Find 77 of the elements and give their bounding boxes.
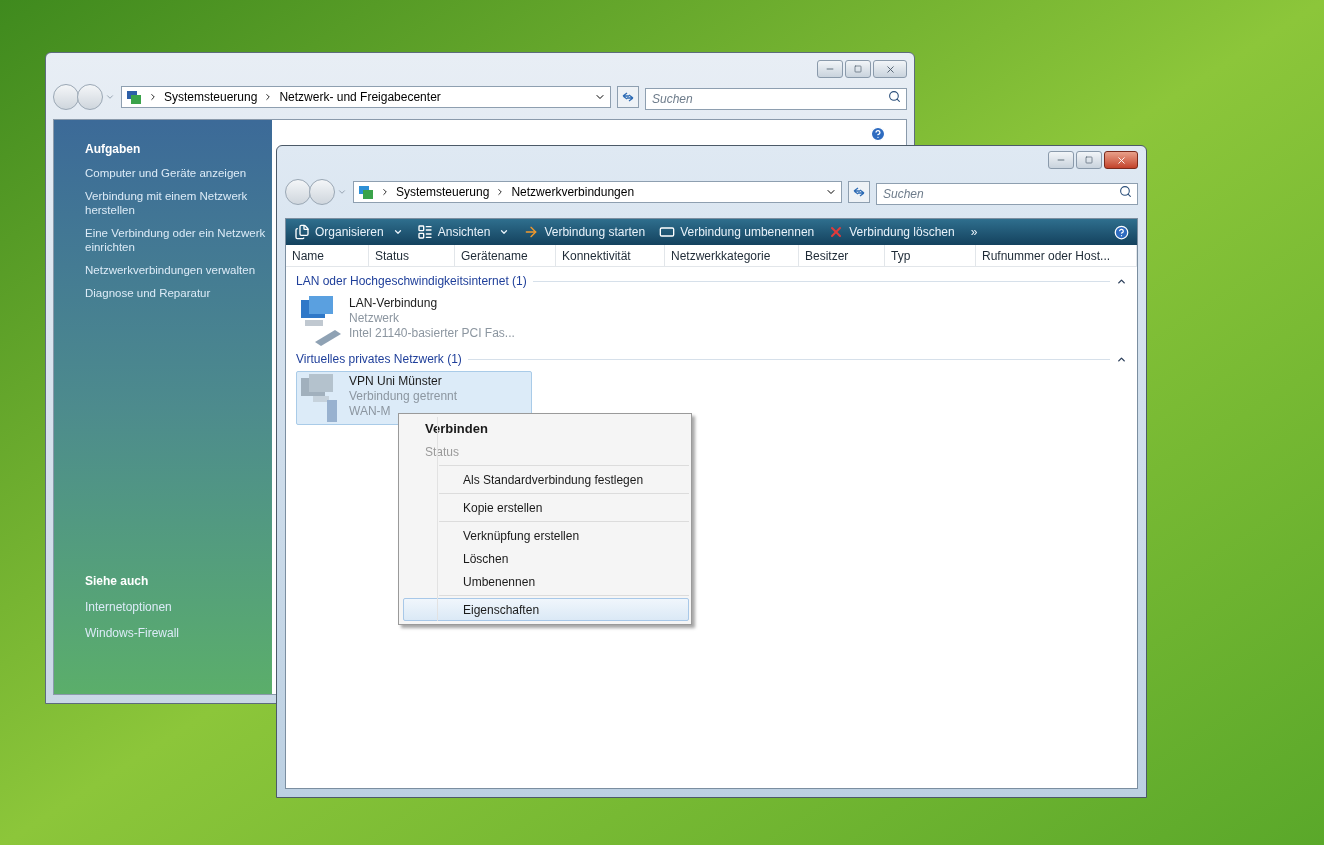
breadcrumb-separator-icon xyxy=(380,187,390,197)
connection-detail: WAN-M xyxy=(349,404,392,419)
column-header[interactable]: Konnektivität xyxy=(556,245,665,266)
refresh-icon xyxy=(622,92,634,102)
close-button[interactable] xyxy=(1104,151,1138,169)
maximize-button[interactable] xyxy=(845,60,871,78)
pages-icon xyxy=(294,224,310,240)
sidebar-link[interactable]: Eine Verbindung oder ein Netzwerk einrichten xyxy=(85,226,270,254)
close-icon xyxy=(1115,154,1127,166)
column-header[interactable]: Status xyxy=(369,245,455,266)
search-icon xyxy=(1119,185,1132,198)
connection-detail: Netzwerk xyxy=(349,311,400,326)
column-header[interactable]: Gerätename xyxy=(455,245,556,266)
search-icon xyxy=(888,90,901,103)
address-bar[interactable]: Systemsteuerung Netzwerkverbindungen xyxy=(353,181,842,203)
network-folder-icon xyxy=(358,184,374,200)
column-header[interactable]: Typ xyxy=(885,245,976,266)
sidebar-link[interactable]: Verbindung mit einem Netzwerk herstellen xyxy=(85,189,270,217)
sidebar-heading: Siehe auch xyxy=(85,573,150,590)
menu-item[interactable]: Kopie erstellen xyxy=(403,496,689,519)
history-dropdown-icon[interactable] xyxy=(105,92,115,102)
connection-name: VPN Uni Münster xyxy=(349,374,443,389)
maximize-button[interactable] xyxy=(1076,151,1102,169)
minimize-button[interactable] xyxy=(1048,151,1074,169)
back-button[interactable] xyxy=(53,84,79,110)
menu-item[interactable]: Verknüpfung erstellen xyxy=(403,524,689,547)
toolbar-button[interactable]: Ansichten xyxy=(416,223,510,241)
caret-icon xyxy=(499,227,510,237)
breadcrumb-item[interactable]: Netzwerk- und Freigabecenter xyxy=(279,88,441,106)
column-header[interactable]: Netzwerkkategorie xyxy=(665,245,799,266)
breadcrumb-item[interactable]: Systemsteuerung xyxy=(164,88,258,106)
column-header[interactable]: Besitzer xyxy=(799,245,885,266)
back-button[interactable] xyxy=(285,179,311,205)
search-field[interactable]: Suchen xyxy=(645,88,907,110)
help-icon[interactable] xyxy=(1114,224,1129,240)
group-header: LAN oder Hochgeschwindigkeitsinternet (1) xyxy=(296,273,527,290)
breadcrumb-item[interactable]: Netzwerkverbindungen xyxy=(511,183,635,201)
connection-name: LAN-Verbindung xyxy=(349,296,439,311)
address-bar[interactable]: Systemsteuerung Netzwerk- und Freigabecenter xyxy=(121,86,611,108)
connection-item[interactable]: LAN-Verbindung Netzwerk Intel 21140-basierter PCI Fas... xyxy=(296,293,532,347)
connection-detail: Verbindung getrennt xyxy=(349,389,458,404)
column-header[interactable]: Name xyxy=(286,245,369,266)
maximize-icon xyxy=(854,65,862,73)
refresh-icon xyxy=(853,187,865,197)
sidebar-link[interactable]: Diagnose und Reparatur xyxy=(85,286,270,300)
breadcrumb-item[interactable]: Systemsteuerung xyxy=(396,183,490,201)
minimize-button[interactable] xyxy=(817,60,843,78)
menu-item[interactable]: Eigenschaften xyxy=(403,598,689,621)
toolbar-button[interactable]: Verbindung löschen xyxy=(828,223,955,241)
search-field[interactable]: Suchen xyxy=(876,183,1138,205)
refresh-button[interactable] xyxy=(617,86,639,108)
toolbar-button[interactable]: Organisieren xyxy=(294,223,403,241)
connection-detail: Intel 21140-basierter PCI Fas... xyxy=(349,326,515,341)
caret-icon xyxy=(392,227,403,237)
network-connection-icon xyxy=(299,296,343,346)
column-header[interactable]: Rufnummer oder Host... xyxy=(976,245,1137,266)
toolbar-overflow-button[interactable]: » xyxy=(970,223,978,241)
maximize-icon xyxy=(1085,156,1093,164)
forward-button[interactable] xyxy=(77,84,103,110)
close-icon xyxy=(884,63,896,75)
menu-item[interactable]: Umbenennen xyxy=(403,570,689,593)
sidebar-link[interactable]: Netzwerkverbindungen verwalten xyxy=(85,263,270,277)
toolbar-button[interactable]: Verbindung umbenennen xyxy=(659,223,815,241)
views-icon xyxy=(416,224,433,240)
rename-icon xyxy=(659,224,676,240)
menu-item[interactable]: Als Standardverbindung festlegen xyxy=(403,468,689,491)
group-header: Virtuelles privates Netzwerk (1) xyxy=(296,351,462,368)
refresh-button[interactable] xyxy=(848,181,870,203)
sidebar-link[interactable]: Computer und Geräte anzeigen xyxy=(85,166,270,180)
history-dropdown-icon[interactable] xyxy=(337,187,347,197)
sidebar-heading: Aufgaben xyxy=(85,141,142,158)
toolbar-button[interactable]: Verbindung starten xyxy=(523,223,646,241)
help-icon[interactable] xyxy=(870,126,886,142)
menu-item[interactable]: Löschen xyxy=(403,547,689,570)
forward-button[interactable] xyxy=(309,179,335,205)
network-folder-icon xyxy=(126,89,142,105)
breadcrumb-separator-icon xyxy=(148,92,158,102)
